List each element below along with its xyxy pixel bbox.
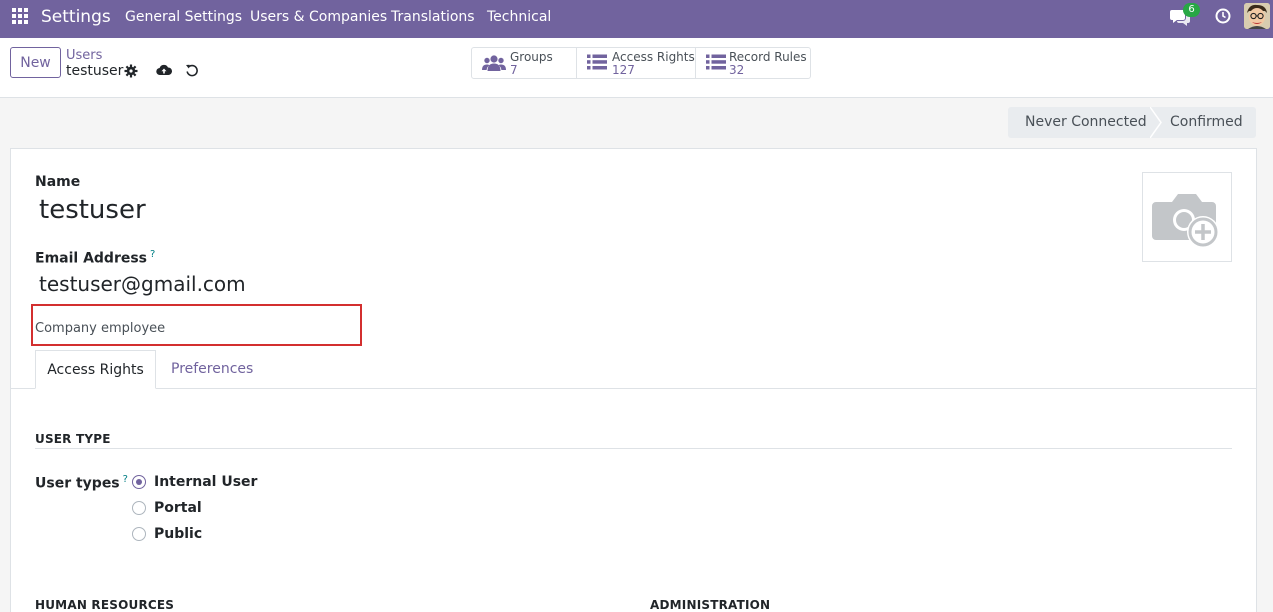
- camera-plus-icon: [1152, 188, 1222, 252]
- user-types-label-text: User types: [35, 475, 120, 492]
- email-label-text: Email Address: [35, 250, 148, 267]
- tab-access-rights[interactable]: Access Rights: [35, 350, 156, 389]
- users-icon: [482, 54, 506, 76]
- status-confirmed[interactable]: Confirmed: [1162, 107, 1256, 138]
- status-separator: [1150, 107, 1162, 138]
- tab-preferences[interactable]: Preferences: [171, 350, 253, 389]
- breadcrumb-users[interactable]: Users: [66, 48, 102, 63]
- status-step-label: Never Connected: [1025, 114, 1147, 130]
- stat-label: Access Rights: [612, 50, 695, 64]
- radio-label: Internal User: [154, 474, 258, 490]
- email-label: Email Address?: [35, 249, 155, 267]
- name-label: Name: [35, 174, 81, 190]
- human-resources-section-title: HUMAN RESOURCES: [35, 598, 175, 612]
- form-tabs: Access Rights Preferences: [11, 350, 1256, 389]
- user-type-section-title: USER TYPE: [35, 432, 111, 446]
- apps-grid-icon[interactable]: [12, 8, 28, 24]
- chat-badge: 6: [1183, 3, 1200, 17]
- administration-section-title: ADMINISTRATION: [650, 598, 771, 612]
- groups-stat-button[interactable]: Groups 7: [472, 48, 577, 78]
- stat-label: Record Rules: [729, 50, 807, 64]
- photo-upload[interactable]: [1142, 172, 1232, 262]
- menu-technical[interactable]: Technical: [487, 9, 551, 25]
- control-panel: New Users testuser Groups 7 Access Right…: [0, 38, 1273, 98]
- access-rights-stat-button[interactable]: Access Rights 127: [577, 48, 696, 78]
- top-navbar: Settings General Settings Users & Compan…: [0, 0, 1273, 38]
- menu-users-companies[interactable]: Users & Companies: [250, 9, 387, 25]
- radio-button[interactable]: [132, 475, 146, 489]
- status-bar: Never Connected Confirmed: [1008, 107, 1256, 138]
- section-divider: [35, 448, 1232, 449]
- name-field[interactable]: testuser: [39, 195, 146, 225]
- help-icon[interactable]: ?: [123, 474, 128, 485]
- status-step-label: Confirmed: [1170, 114, 1243, 130]
- stat-value: 7: [510, 63, 518, 77]
- list-icon: [587, 54, 607, 74]
- radio-button[interactable]: [132, 527, 146, 541]
- status-never-connected[interactable]: Never Connected: [1008, 107, 1150, 138]
- gear-icon[interactable]: [124, 64, 140, 80]
- radio-portal[interactable]: Portal: [132, 498, 202, 518]
- clock-icon[interactable]: [1215, 8, 1231, 28]
- stat-label: Groups: [510, 50, 553, 64]
- radio-label: Public: [154, 526, 203, 542]
- smart-buttons: Groups 7 Access Rights 127 Record Rules …: [471, 47, 811, 79]
- help-icon[interactable]: ?: [150, 249, 155, 260]
- user-avatar[interactable]: [1244, 3, 1270, 29]
- cloud-upload-icon[interactable]: [156, 63, 173, 79]
- menu-general-settings[interactable]: General Settings: [125, 9, 242, 25]
- form-sheet: Name testuser Email Address? testuser@gm…: [10, 148, 1257, 612]
- radio-button[interactable]: [132, 501, 146, 515]
- record-rules-stat-button[interactable]: Record Rules 32: [696, 48, 810, 78]
- company-employee-field[interactable]: Company employee: [35, 321, 165, 336]
- undo-icon[interactable]: [185, 63, 201, 79]
- new-button[interactable]: New: [10, 47, 61, 78]
- stat-value: 32: [729, 63, 745, 77]
- radio-label: Portal: [154, 500, 202, 516]
- radio-public[interactable]: Public: [132, 524, 202, 544]
- user-types-label: User types?: [35, 474, 128, 492]
- radio-internal-user[interactable]: Internal User: [132, 472, 257, 492]
- stat-value: 127: [612, 63, 635, 77]
- email-field[interactable]: testuser@gmail.com: [39, 272, 246, 296]
- breadcrumb-current: testuser: [66, 63, 124, 79]
- menu-translations[interactable]: Translations: [391, 9, 475, 25]
- app-brand[interactable]: Settings: [41, 7, 111, 27]
- list-icon: [706, 54, 726, 74]
